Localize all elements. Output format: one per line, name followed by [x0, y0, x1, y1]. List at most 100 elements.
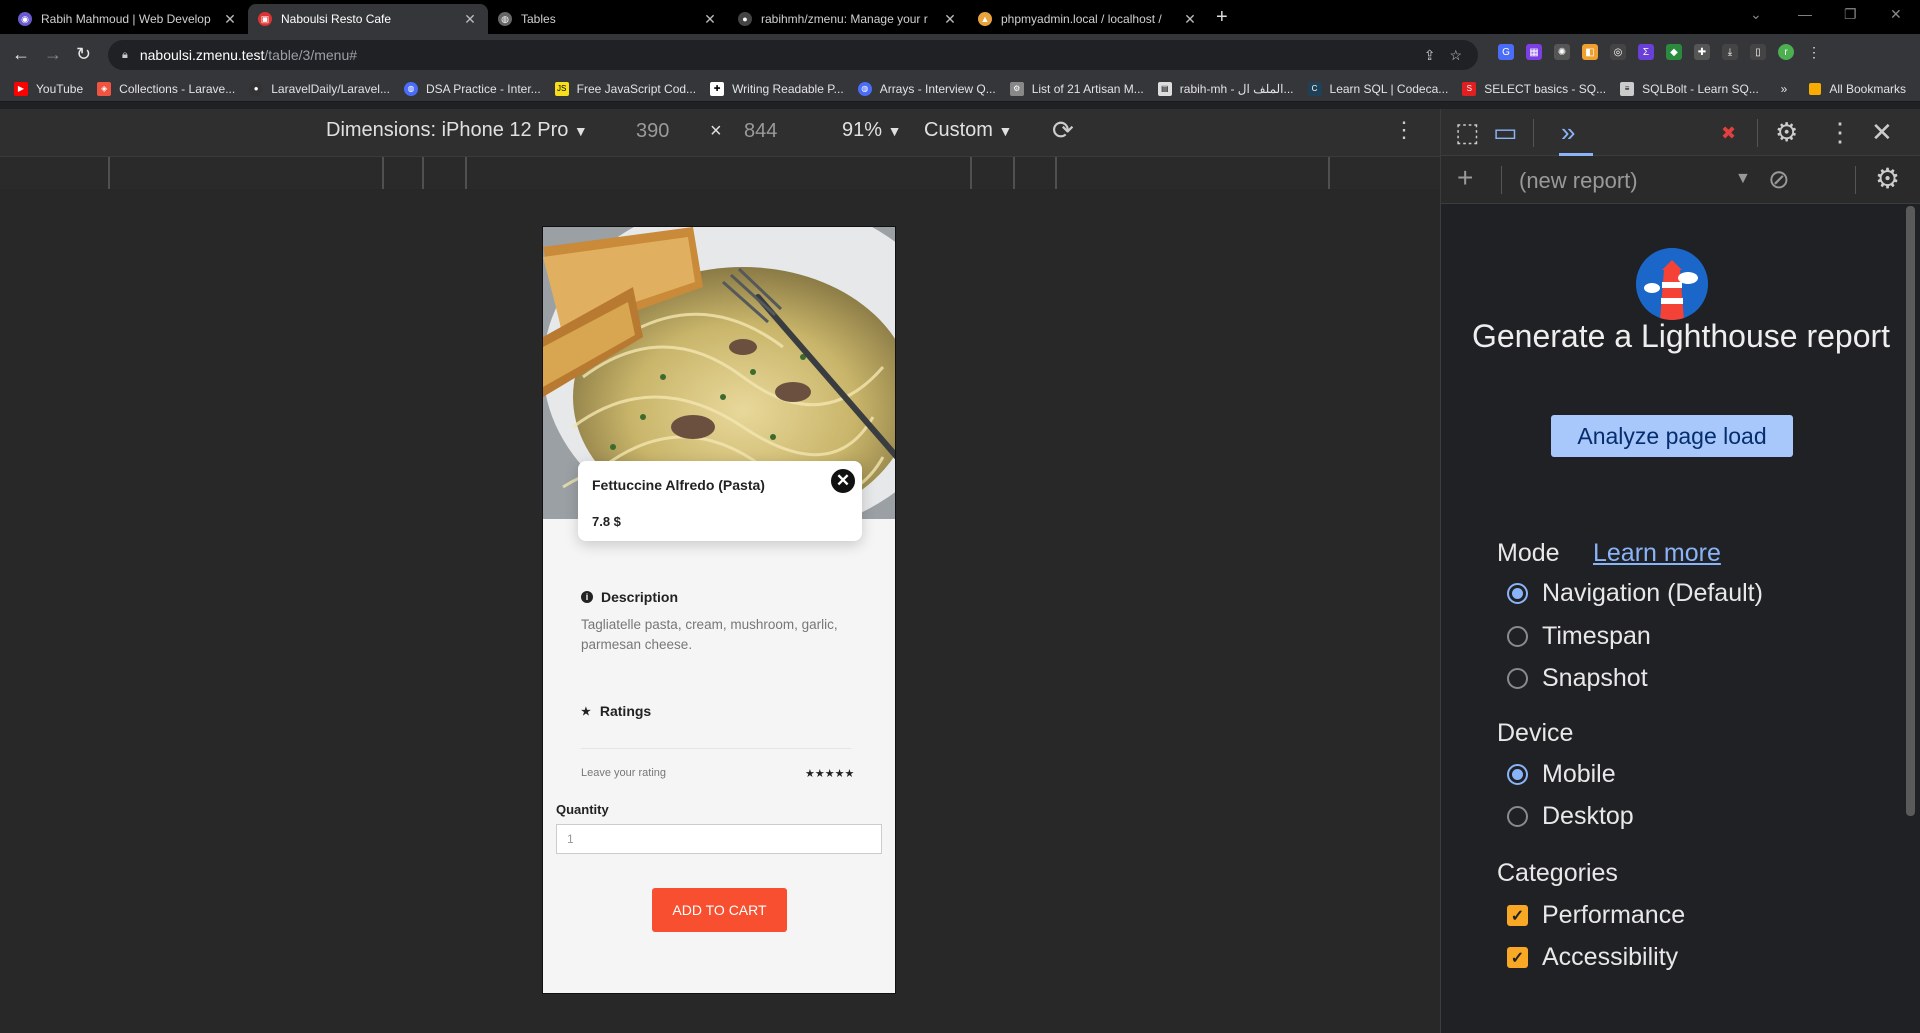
- bookmark-item[interactable]: ≡ SQLBolt - Learn SQ...: [1620, 81, 1759, 96]
- extension-icon[interactable]: ◧: [1582, 44, 1598, 60]
- radio-button[interactable]: [1507, 583, 1528, 604]
- radio-button[interactable]: [1507, 764, 1528, 785]
- close-tab-icon[interactable]: ✕: [462, 11, 478, 28]
- bookmark-item[interactable]: S SELECT basics - SQ...: [1462, 81, 1607, 96]
- downloads-icon[interactable]: ⤓: [1722, 44, 1738, 60]
- zoom-dropdown[interactable]: 91% ▼: [842, 119, 901, 142]
- close-window-icon[interactable]: ✕: [1890, 6, 1902, 23]
- dropdown-arrow-icon[interactable]: ▼: [1735, 170, 1751, 188]
- browser-tab-3[interactable]: ◍ Tables ✕: [488, 4, 728, 34]
- radio-button[interactable]: [1507, 668, 1528, 689]
- plus-icon: ✚: [710, 81, 725, 96]
- checkbox-checked-icon[interactable]: ✓: [1507, 947, 1528, 968]
- category-performance[interactable]: ✓ Performance: [1507, 901, 1685, 930]
- profile-avatar[interactable]: r: [1778, 44, 1794, 60]
- all-bookmarks-folder[interactable]: All Bookmarks: [1809, 82, 1906, 96]
- device-option-mobile[interactable]: Mobile: [1507, 760, 1616, 789]
- extension-icon[interactable]: Σ: [1638, 44, 1654, 60]
- bookmark-item[interactable]: ● LaravelDaily/Laravel...: [249, 81, 390, 96]
- height-input[interactable]: 844: [744, 120, 777, 143]
- mode-option-navigation[interactable]: Navigation (Default): [1507, 579, 1763, 608]
- radio-button[interactable]: [1507, 806, 1528, 827]
- lighthouse-settings-icon[interactable]: ⚙: [1875, 162, 1900, 195]
- bookmark-label: Free JavaScript Cod...: [576, 81, 697, 96]
- quantity-input[interactable]: [556, 824, 882, 854]
- add-report-icon[interactable]: +: [1457, 162, 1473, 194]
- more-bookmarks-icon[interactable]: »: [1781, 82, 1788, 96]
- bookmark-item[interactable]: ◍ DSA Practice - Inter...: [403, 81, 541, 96]
- address-bar[interactable]: 🔒︎ naboulsi.zmenu.test /table/3/menu# ⇪ …: [108, 40, 1478, 70]
- back-icon[interactable]: ←: [12, 44, 30, 65]
- new-tab-icon[interactable]: +: [1216, 6, 1228, 29]
- browser-tab-1[interactable]: ◉ Rabih Mahmoud | Web Develop ✕: [8, 4, 248, 34]
- option-label: Accessibility: [1542, 943, 1679, 971]
- close-tab-icon[interactable]: ✕: [942, 11, 958, 28]
- extension-icon[interactable]: ◆: [1666, 44, 1682, 60]
- learn-more-link[interactable]: Learn more: [1593, 539, 1721, 568]
- bookmark-star-icon[interactable]: ☆: [1449, 47, 1462, 64]
- tab-title: Tables: [521, 12, 556, 26]
- bookmark-label: rabih-mh - الملف ال...: [1179, 81, 1294, 96]
- side-panel-icon[interactable]: ▯: [1750, 44, 1766, 60]
- extension-icon[interactable]: ▦: [1526, 44, 1542, 60]
- clear-reports-icon[interactable]: ⊘: [1768, 164, 1790, 195]
- settings-gear-icon[interactable]: ⚙: [1775, 117, 1798, 148]
- throttle-dropdown[interactable]: Custom ▼: [924, 119, 1012, 142]
- chrome-menu-icon[interactable]: ⋮: [1806, 44, 1822, 60]
- more-tabs-icon[interactable]: »: [1561, 117, 1575, 148]
- device-toggle-icon[interactable]: ▭: [1493, 117, 1518, 148]
- add-to-cart-button[interactable]: ADD TO CART: [652, 888, 787, 932]
- analyze-page-load-button[interactable]: Analyze page load: [1551, 415, 1793, 457]
- width-input[interactable]: 390: [636, 120, 669, 143]
- close-devtools-icon[interactable]: ✕: [1871, 117, 1893, 148]
- close-tab-icon[interactable]: ✕: [702, 11, 718, 28]
- browser-tab-5[interactable]: ▲ phpmyadmin.local / localhost / ✕: [968, 4, 1208, 34]
- device-toolbar: Dimensions: iPhone 12 Pro ▼ 390 × 844 91…: [0, 109, 1440, 156]
- share-icon[interactable]: ⇪: [1424, 47, 1436, 64]
- device-option-desktop[interactable]: Desktop: [1507, 802, 1634, 831]
- restore-icon[interactable]: ❐: [1844, 6, 1857, 23]
- bookmark-item[interactable]: ▤ rabih-mh - الملف ال...: [1157, 81, 1294, 96]
- mode-option-snapshot[interactable]: Snapshot: [1507, 664, 1648, 693]
- browser-tab-2[interactable]: ▣ Naboulsi Resto Cafe ✕: [248, 4, 488, 34]
- lock-icon[interactable]: 🔒︎: [122, 49, 128, 62]
- reload-icon[interactable]: ↻: [76, 44, 91, 65]
- dimensions-dropdown[interactable]: Dimensions: iPhone 12 Pro ▼: [326, 119, 588, 142]
- bookmark-item[interactable]: ▶ YouTube: [14, 81, 83, 96]
- devtools-scrollbar[interactable]: [1906, 206, 1915, 816]
- rotate-icon[interactable]: ⟳: [1052, 115, 1074, 146]
- close-tab-icon[interactable]: ✕: [222, 11, 238, 28]
- react-extension-icon[interactable]: ✺: [1554, 44, 1570, 60]
- more-options-icon[interactable]: ⋮: [1393, 117, 1415, 143]
- mode-option-timespan[interactable]: Timespan: [1507, 622, 1651, 651]
- item-price: 7.8 $: [592, 514, 621, 529]
- close-tab-icon[interactable]: ✕: [1182, 11, 1198, 28]
- devtools-menu-icon[interactable]: ⋮: [1827, 117, 1853, 148]
- radio-button[interactable]: [1507, 626, 1528, 647]
- checkbox-checked-icon[interactable]: ✓: [1507, 905, 1528, 926]
- bookmark-item[interactable]: ✚ Writing Readable P...: [710, 81, 844, 96]
- bookmark-item[interactable]: ◈ Collections - Larave...: [97, 81, 235, 96]
- bookmark-label: DSA Practice - Inter...: [425, 81, 541, 96]
- bookmark-item[interactable]: JS Free JavaScript Cod...: [554, 81, 697, 96]
- close-icon[interactable]: ✕: [829, 467, 857, 495]
- url-host: naboulsi.zmenu.test: [139, 47, 265, 63]
- forward-icon[interactable]: →: [44, 44, 62, 65]
- extensions-puzzle-icon[interactable]: ✚: [1694, 44, 1710, 60]
- translate-extension-icon[interactable]: G: [1498, 44, 1514, 60]
- bookmark-item[interactable]: ◍ Arrays - Interview Q...: [857, 81, 996, 96]
- category-accessibility[interactable]: ✓ Accessibility: [1507, 943, 1678, 972]
- option-label: Desktop: [1542, 802, 1634, 830]
- report-selector[interactable]: (new report): [1519, 168, 1638, 194]
- inspect-element-icon[interactable]: ⬚: [1455, 117, 1480, 148]
- minimize-icon[interactable]: —: [1798, 6, 1812, 22]
- extension-icon[interactable]: ◎: [1610, 44, 1626, 60]
- tab-strip: ◉ Rabih Mahmoud | Web Develop ✕ ▣ Naboul…: [0, 0, 1920, 34]
- browser-tab-4[interactable]: ● rabihmh/zmenu: Manage your r ✕: [728, 4, 968, 34]
- bookmark-item[interactable]: C Learn SQL | Codeca...: [1307, 81, 1448, 96]
- tab-search-icon[interactable]: ⌄: [1750, 6, 1762, 23]
- bookmark-label: SELECT basics - SQ...: [1484, 81, 1607, 96]
- rating-stars[interactable]: ★★★★★: [805, 767, 854, 780]
- issues-icon[interactable]: ✖: [1721, 123, 1736, 144]
- bookmark-item[interactable]: ⚙ List of 21 Artisan M...: [1009, 81, 1144, 96]
